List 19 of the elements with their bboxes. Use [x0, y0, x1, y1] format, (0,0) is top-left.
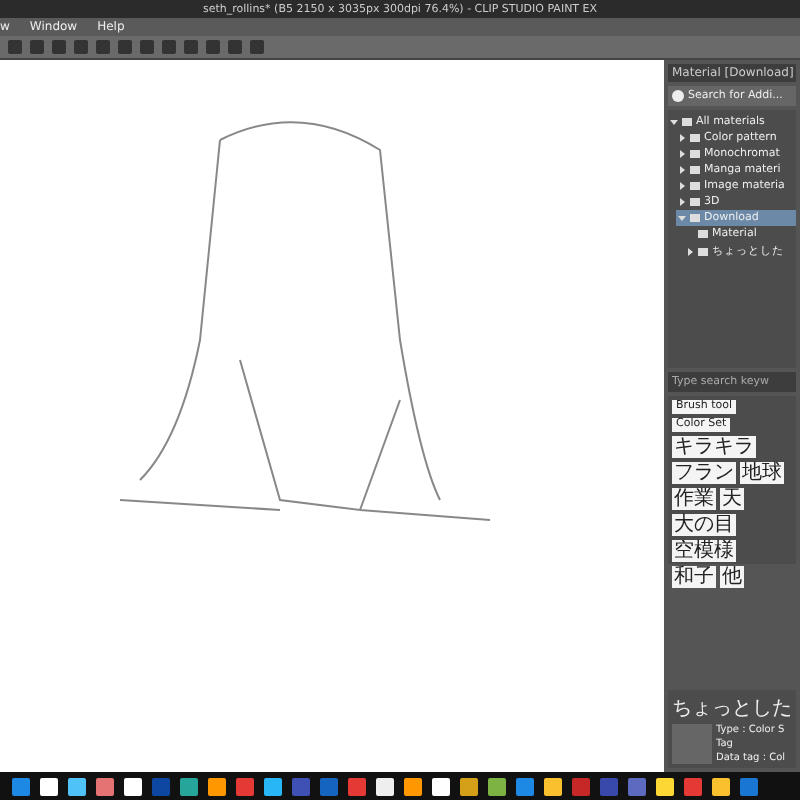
material-name: ちょっとした [672, 696, 792, 722]
tag-button[interactable]: 空模様 [672, 540, 736, 562]
collapsed-arrow-icon[interactable] [678, 166, 686, 174]
tag-button[interactable]: フラン [672, 462, 736, 484]
color-set-thumbnail [672, 724, 712, 764]
collapsed-arrow-icon[interactable] [686, 247, 694, 255]
tag-button[interactable]: 地球 [740, 462, 784, 484]
tag-button[interactable]: 天 [720, 488, 744, 510]
tag-button[interactable]: 和子 [672, 566, 716, 588]
expanded-arrow-icon[interactable] [678, 214, 686, 222]
tag-button[interactable]: 他 [720, 566, 744, 588]
expanded-arrow-icon[interactable] [670, 118, 678, 126]
tag-button[interactable]: 作業 [672, 488, 716, 510]
collapsed-arrow-icon[interactable] [678, 134, 686, 142]
tag-button[interactable]: 大の目 [672, 514, 736, 536]
tag-button[interactable]: キラキラ [672, 436, 756, 458]
collapsed-arrow-icon[interactable] [678, 150, 686, 158]
collapsed-arrow-icon[interactable] [678, 198, 686, 206]
collapsed-arrow-icon[interactable] [678, 182, 686, 190]
